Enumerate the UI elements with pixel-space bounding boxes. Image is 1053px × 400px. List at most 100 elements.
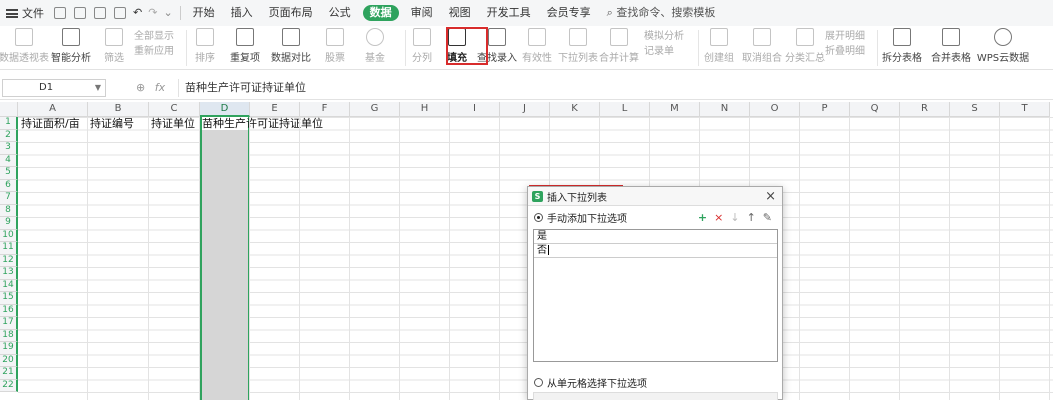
tab-insert[interactable]: 插入 — [223, 0, 261, 26]
cell-b1[interactable]: 持证编号 — [88, 118, 134, 130]
tab-formulas[interactable]: 公式 — [321, 0, 359, 26]
show-all-button[interactable]: 全部显示 — [134, 29, 186, 44]
delete-item-icon[interactable]: × — [714, 211, 723, 224]
column-header-t[interactable]: T — [1000, 102, 1050, 117]
file-menu[interactable]: 文件 — [0, 5, 50, 21]
edit-item-icon[interactable]: ✎ — [763, 211, 772, 224]
print-icon[interactable] — [94, 7, 106, 19]
cell-option-radio[interactable] — [534, 377, 543, 387]
expand-detail-button[interactable]: 展开明细 — [825, 29, 877, 44]
move-up-icon[interactable]: ↑ — [747, 211, 756, 224]
column-header-r[interactable]: R — [900, 102, 950, 117]
manual-option-radio[interactable] — [534, 212, 543, 222]
column-header-s[interactable]: S — [950, 102, 1000, 117]
row-header-22[interactable]: 22 — [0, 379, 18, 392]
column-header-a[interactable]: A — [18, 102, 88, 117]
row-header-14[interactable]: 14 — [0, 279, 18, 292]
cell-option-label[interactable]: 从单元格选择下拉选项 — [547, 375, 647, 390]
ungroup-button[interactable]: 取消组合 — [739, 26, 785, 68]
name-box[interactable]: D1 ▼ — [2, 78, 106, 97]
column-header-g[interactable]: G — [350, 102, 400, 117]
quick-access-dropdown-icon[interactable]: ⌄ — [160, 0, 175, 26]
row-header-8[interactable]: 8 — [0, 204, 18, 217]
row-header-21[interactable]: 21 — [0, 367, 18, 380]
column-header-o[interactable]: O — [750, 102, 800, 117]
column-header-e[interactable]: E — [250, 102, 300, 117]
column-header-c[interactable]: C — [149, 102, 200, 117]
row-header-18[interactable]: 18 — [0, 329, 18, 342]
manual-option-label[interactable]: 手动添加下拉选项 — [547, 210, 627, 225]
redo-icon[interactable]: ↷ — [145, 0, 160, 26]
column-header-q[interactable]: Q — [850, 102, 900, 117]
pivot-table-button[interactable]: 数据透视表 — [0, 26, 49, 68]
column-header-m[interactable]: M — [650, 102, 700, 117]
cell-d1[interactable]: 苗种生产许可证持证单位 — [200, 118, 323, 130]
tab-developer[interactable]: 开发工具 — [479, 0, 539, 26]
move-down-icon[interactable]: ↓ — [730, 211, 739, 224]
row-header-13[interactable]: 13 — [0, 267, 18, 280]
data-compare-button[interactable]: 数据对比 — [267, 26, 315, 68]
duplicates-button[interactable]: 重复项 — [223, 26, 267, 68]
tab-home[interactable]: 开始 — [185, 0, 223, 26]
row-header-15[interactable]: 15 — [0, 292, 18, 305]
row-header-16[interactable]: 16 — [0, 304, 18, 317]
preview-icon[interactable] — [114, 7, 126, 19]
list-item[interactable]: 是 — [534, 230, 777, 244]
dropdown-list-button[interactable]: 下拉列表 — [556, 26, 600, 68]
row-header-5[interactable]: 5 — [0, 167, 18, 180]
reapply-button[interactable]: 重新应用 — [134, 44, 186, 59]
wps-cloud-data-button[interactable]: WPS云数据 — [976, 26, 1030, 68]
split-column-button[interactable]: 分列 — [406, 26, 438, 68]
column-header-l[interactable]: L — [600, 102, 650, 117]
subtotal-button[interactable]: 分类汇总 — [785, 26, 825, 68]
column-header-b[interactable]: B — [88, 102, 149, 117]
tab-view[interactable]: 视图 — [441, 0, 479, 26]
validity-button[interactable]: 有效性 — [518, 26, 556, 68]
fx-icon[interactable]: fx — [155, 81, 165, 94]
dropdown-items-list[interactable]: 是 否 — [533, 229, 778, 362]
row-header-11[interactable]: 11 — [0, 242, 18, 255]
row-header-3[interactable]: 3 — [0, 142, 18, 155]
close-icon[interactable]: × — [765, 189, 776, 204]
row-header-2[interactable]: 2 — [0, 129, 18, 142]
column-header-n[interactable]: N — [700, 102, 750, 117]
save-icon[interactable] — [54, 7, 66, 19]
row-header-12[interactable]: 12 — [0, 254, 18, 267]
row-header-6[interactable]: 6 — [0, 179, 18, 192]
sort-button[interactable]: 排序 — [187, 26, 223, 68]
column-header-p[interactable]: P — [800, 102, 850, 117]
tab-page-layout[interactable]: 页面布局 — [261, 0, 321, 26]
export-icon[interactable] — [74, 7, 86, 19]
column-header-j[interactable]: J — [500, 102, 550, 117]
create-group-button[interactable]: 创建组 — [699, 26, 739, 68]
cell-range-input[interactable] — [533, 392, 778, 400]
undo-icon[interactable]: ↶ — [130, 0, 145, 26]
column-header-d[interactable]: D — [200, 102, 250, 117]
select-all-corner[interactable] — [0, 102, 18, 117]
merge-table-button[interactable]: 合并表格 — [926, 26, 976, 68]
stock-button[interactable]: 股票 — [315, 26, 355, 68]
list-item-editing[interactable]: 否 — [534, 244, 777, 258]
merge-calc-button[interactable]: 合并计算 — [599, 26, 639, 68]
zoom-icon[interactable]: ⊕ — [136, 81, 145, 94]
column-header-f[interactable]: F — [300, 102, 350, 117]
filter-button[interactable]: 筛选 — [94, 26, 134, 68]
dialog-titlebar[interactable]: S 插入下拉列表 × — [528, 187, 782, 206]
row-header-4[interactable]: 4 — [0, 154, 18, 167]
cell-a1[interactable]: 持证面积/亩 — [19, 118, 80, 130]
smart-analysis-button[interactable]: 智能分析 — [48, 26, 94, 68]
row-header-7[interactable]: 7 — [0, 192, 18, 205]
command-search[interactable]: ⌕ 查找命令、搜索模板 — [599, 0, 724, 26]
row-header-17[interactable]: 17 — [0, 317, 18, 330]
simulation-analysis-button[interactable]: 模拟分析 — [644, 29, 698, 44]
row-header-10[interactable]: 10 — [0, 229, 18, 242]
tab-member[interactable]: 会员专享 — [539, 0, 599, 26]
cell-c1[interactable]: 持证单位 — [149, 118, 195, 130]
split-table-button[interactable]: 拆分表格 — [878, 26, 926, 68]
tab-data[interactable]: 数据 — [362, 5, 399, 21]
record-form-button[interactable]: 记录单 — [644, 44, 698, 59]
row-header-9[interactable]: 9 — [0, 217, 18, 230]
row-header-20[interactable]: 20 — [0, 354, 18, 367]
collapse-detail-button[interactable]: 折叠明细 — [825, 44, 877, 59]
fund-button[interactable]: 基金 — [355, 26, 395, 68]
